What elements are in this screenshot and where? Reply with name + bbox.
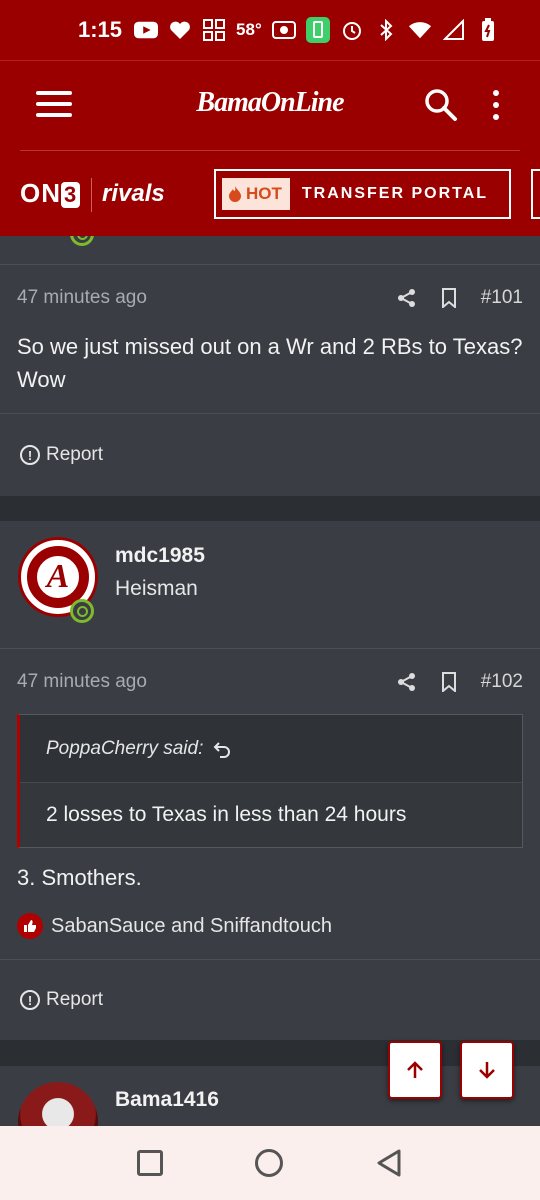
post-number[interactable]: #101 [481, 287, 523, 309]
report-button[interactable]: ! Report [20, 444, 103, 466]
report-button[interactable]: ! Report [20, 989, 103, 1011]
post-number[interactable]: #102 [481, 671, 523, 693]
thread-content: 47 minutes ago #101 So we just missed ou… [0, 236, 540, 1126]
username[interactable]: Bama1416 [115, 1088, 219, 1112]
next-nav-button-peek[interactable] [531, 169, 540, 219]
scroll-down-button[interactable] [460, 1041, 514, 1099]
wifi-icon [408, 18, 432, 42]
arrow-up-icon [407, 1061, 423, 1078]
post-body: So we just missed out on a Wr and 2 RBs … [17, 334, 523, 392]
quote-author: PoppaCherry said: [46, 737, 204, 759]
post-divider [0, 959, 540, 960]
post-body: 3. Smothers. [17, 865, 142, 890]
post-time: 47 minutes ago [17, 287, 147, 308]
post-divider [0, 648, 540, 649]
quote-body: 2 losses to Texas in less than 24 hours [20, 783, 522, 847]
reaction-users[interactable]: SabanSauce and Sniffandtouch [51, 915, 332, 938]
status-time: 1:15 [78, 17, 123, 42]
search-icon[interactable] [424, 88, 458, 127]
share-icon[interactable] [397, 288, 417, 308]
flame-icon [229, 186, 241, 202]
hot-badge: HOT [222, 178, 290, 210]
alert-icon: ! [20, 445, 40, 465]
heart-icon [168, 18, 192, 42]
reply-arrow-icon [213, 741, 231, 758]
widgets-icon [202, 18, 226, 42]
post-actions: #102 [397, 671, 523, 693]
quote-block: PoppaCherry said: 2 losses to Texas in l… [17, 714, 523, 848]
brand-separator [91, 178, 92, 212]
transfer-portal-button[interactable]: HOT TRANSFER PORTAL [214, 169, 511, 219]
more-options-icon[interactable] [493, 90, 501, 126]
scroll-up-button[interactable] [388, 1041, 442, 1099]
alarm-icon [340, 18, 364, 42]
system-nav-bar [0, 1126, 540, 1200]
thumbs-up-icon [17, 913, 43, 939]
recents-button[interactable] [137, 1150, 163, 1176]
bookmark-icon[interactable] [441, 672, 457, 692]
status-bar: 1:15 58° [0, 0, 540, 60]
network-bar: ON 3 rivals HOT TRANSFER PORTAL [0, 152, 540, 236]
post-divider [0, 264, 540, 265]
bookmark-icon[interactable] [441, 288, 457, 308]
youtube-icon [134, 18, 159, 42]
site-header: BamaOnLine [0, 60, 540, 152]
signal-icon [442, 18, 466, 42]
battery-saver-icon [305, 17, 330, 43]
home-button[interactable] [255, 1149, 283, 1177]
radio-icon [271, 18, 296, 42]
post-actions: #101 [397, 287, 523, 309]
on3-logo[interactable]: ON 3 [20, 178, 81, 209]
user-title: Heisman [115, 577, 198, 600]
online-status-icon [70, 599, 94, 623]
post-time: 47 minutes ago [17, 671, 147, 692]
battery-icon [476, 18, 500, 42]
status-temperature: 58° [236, 20, 262, 39]
site-logo[interactable]: BamaOnLine [0, 87, 540, 119]
rivals-logo[interactable]: rivals [102, 180, 165, 208]
post-divider [0, 413, 540, 414]
transfer-portal-label: TRANSFER PORTAL [301, 185, 489, 202]
bluetooth-icon [374, 18, 398, 42]
share-icon[interactable] [397, 672, 417, 692]
reactions-bar[interactable]: SabanSauce and Sniffandtouch [17, 913, 332, 939]
arrow-down-icon [479, 1062, 495, 1079]
header-divider [20, 150, 520, 151]
alert-icon: ! [20, 990, 40, 1010]
username[interactable]: mdc1985 [115, 544, 205, 568]
back-button[interactable] [375, 1148, 403, 1178]
quote-header[interactable]: PoppaCherry said: [20, 715, 522, 783]
